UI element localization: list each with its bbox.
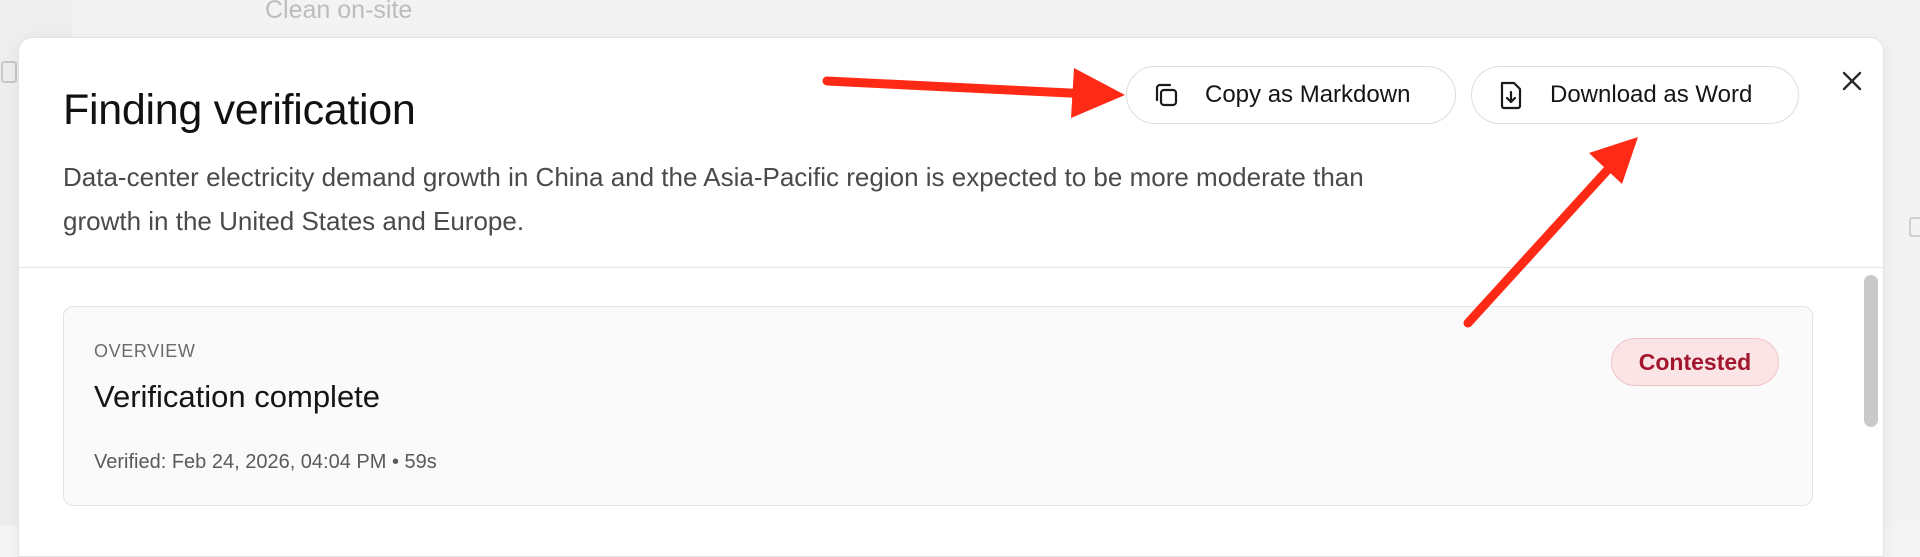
finding-verification-dialog: Finding verification Data-center electri… bbox=[18, 37, 1884, 557]
download-as-word-label: Download as Word bbox=[1550, 81, 1753, 108]
panel-icon bbox=[1909, 217, 1920, 237]
overview-section-label: OVERVIEW bbox=[94, 341, 196, 361]
verified-timestamp: Verified: Feb 24, 2026, 04:04 PM • 59s bbox=[94, 451, 437, 473]
status-badge: Contested bbox=[1611, 338, 1779, 386]
file-download-icon bbox=[1496, 80, 1526, 110]
copy-as-markdown-label: Copy as Markdown bbox=[1205, 81, 1411, 108]
dialog-title: Finding verification bbox=[63, 86, 416, 134]
finding-description: Data-center electricity demand growth in… bbox=[63, 162, 1364, 236]
close-button[interactable] bbox=[1835, 66, 1869, 100]
overview-card: OVERVIEW Verification complete Verified:… bbox=[63, 306, 1813, 506]
close-icon bbox=[1841, 70, 1863, 97]
background-peek-text: Clean on-site bbox=[265, 0, 413, 24]
dialog-header: Finding verification Data-center electri… bbox=[19, 38, 1883, 268]
overview-title: Verification complete bbox=[94, 379, 381, 414]
copy-as-markdown-button[interactable]: Copy as Markdown bbox=[1126, 66, 1456, 124]
sidebar-toggle-icon bbox=[1, 61, 17, 83]
download-as-word-button[interactable]: Download as Word bbox=[1471, 66, 1799, 124]
scrollbar-thumb[interactable] bbox=[1864, 275, 1878, 427]
copy-icon bbox=[1151, 80, 1181, 110]
